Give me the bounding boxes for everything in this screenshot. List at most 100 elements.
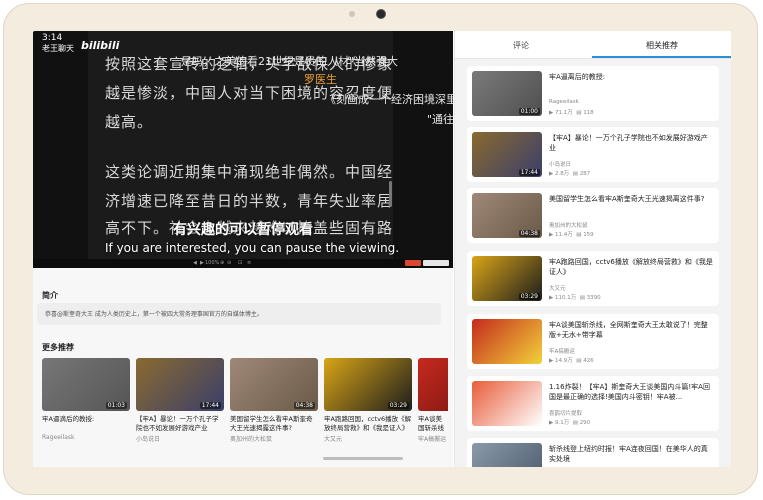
next-icon[interactable]: ▶: [200, 260, 204, 266]
related-video-card[interactable]: 斩杀线登上纽约时报！牢A连夜回国！在美华人的真实处境: [467, 438, 719, 467]
view-count: ▶ 2.8万: [549, 171, 570, 177]
video-thumbnail: [472, 319, 542, 364]
view-count: ▶ 9.1万: [549, 420, 570, 426]
toolbar-box: [423, 260, 449, 266]
video-duration: 03:29: [387, 402, 409, 409]
video-stats: ▶ 110.1万 ▤ 3390: [549, 293, 601, 301]
bilibili-logo: bilibili: [81, 39, 120, 52]
more-video-card[interactable]: 牢A谈美国斩杀线 牢A搞搬运: [418, 358, 448, 443]
doc-line: 济增速已降至昔日的半数，青年失业率居: [105, 192, 394, 210]
video-thumbnail: 17:44: [472, 132, 542, 177]
side-panel: 评论 相关推荐 01:00 牢A逼离后的教授: Rageeilask ▶ 71.…: [454, 31, 731, 467]
video-author: Rageeilask: [549, 99, 579, 105]
channel-name: 老王聊天: [42, 44, 74, 53]
subtitle-chinese: 有兴趣的可以暂停观看: [173, 222, 313, 238]
related-video-card[interactable]: 牢A谈美国斩杀线，全网斯奎奇大王太敢说了！完整版+无水+带字幕 牢A搞搬运 ▶ …: [467, 314, 719, 369]
video-thumbnail: [418, 358, 448, 411]
video-title: 美国留学生怎么看牢A斯奎奇大王光速揭露这件事?: [230, 415, 313, 432]
video-thumbnail: 04:38: [230, 358, 318, 411]
related-video-card[interactable]: 1.16炸裂！【牢A】斯奎奇大王谈美国内斗篇!牢A回国是最正确的选择!美国内斗密…: [467, 376, 719, 431]
zoom-out-icon[interactable]: ⊖: [227, 260, 231, 266]
comment-count: 290: [579, 420, 591, 426]
more-video-card[interactable]: 01:03 牢A逼滴后的教授: Rageeilask: [42, 358, 130, 441]
doc-line: 这类论调近期集中涌现绝非偶然。中国经: [105, 163, 394, 181]
video-author: 喜鹊切片提取: [549, 411, 583, 417]
video-duration: 17:44: [518, 169, 540, 176]
video-author: 大又元: [324, 436, 343, 443]
comment-icon: ▤: [579, 295, 585, 301]
video-thumbnail: [472, 443, 542, 467]
related-video-card[interactable]: 17:44 【牢A】暴论！一万个孔子学院也不如发展好游戏产业 小岛说日 ▶ 2.…: [467, 127, 719, 182]
comment-icon: ▤: [576, 358, 582, 364]
video-thumbnail: 04:38: [472, 193, 542, 238]
comment-icon: ▤: [576, 110, 582, 116]
video-author: 奥加州的大松鼠: [230, 436, 273, 443]
menu-icon[interactable]: ≡: [247, 260, 251, 266]
video-duration: 04:38: [293, 402, 315, 409]
overlay-text: 是吗，之美的看21世纪是贵的人材"当然强大: [181, 55, 399, 68]
video-thumbnail: 01:03: [42, 358, 130, 411]
tab-comments[interactable]: 评论: [513, 40, 529, 51]
sensor-dot: [349, 11, 355, 17]
video-thumbnail: 01:00: [472, 71, 542, 116]
tab-related[interactable]: 相关推荐: [646, 40, 678, 51]
video-stats: ▶ 9.1万 ▤ 290: [549, 418, 590, 426]
prev-icon[interactable]: ◀: [193, 260, 197, 266]
video-author: 小岛说日: [136, 436, 161, 443]
front-camera: [376, 9, 386, 19]
related-video-card[interactable]: 03:29 牢A跑路回国，cctv6播放《解放终局营救》和《我是证人》 大又元 …: [467, 251, 719, 306]
video-thumbnail: 17:44: [136, 358, 224, 411]
more-video-card[interactable]: 03:29 牢A跑路回国，cctv6播放《解放终局营救》和《我是证人》 大又元: [324, 358, 412, 443]
video-thumbnail: 03:29: [324, 358, 412, 411]
video-details: 简介 恭喜@斯奎奇大王 成为人类历史上，第一个被四大常务理事国官方的自媒体博主。…: [33, 268, 453, 467]
comment-count: 3390: [586, 295, 601, 301]
video-author: 小岛说日: [549, 162, 572, 168]
comment-icon: ▤: [576, 232, 582, 238]
video-stats: ▶ 2.8万 ▤ 287: [549, 169, 590, 177]
view-count: ▶ 71.1万: [549, 110, 573, 116]
subtitle-english: If you are interested, you can pause the…: [105, 241, 400, 255]
more-video-card[interactable]: 17:44 【牢A】暴论！一万个孔子学院也不如发展好游戏产业 小岛说日: [136, 358, 224, 443]
horizontal-scrollbar[interactable]: [323, 457, 403, 460]
video-duration: 01:03: [105, 402, 127, 409]
comment-count: 118: [583, 110, 594, 116]
view-count: ▶ 11.4万: [549, 232, 573, 238]
related-video-card[interactable]: 01:00 牢A逼离后的教授: Rageeilask ▶ 71.1万 ▤ 118: [467, 66, 719, 121]
status-time: 3:14: [42, 33, 63, 43]
video-title: 美国留学生怎么看牢A斯奎奇大王光速揭离这件事?: [549, 195, 705, 203]
video-title: 牢A跑路回国，cctv6播放《解放终局营救》和《我是证人》: [324, 415, 412, 432]
intro-text: 恭喜@斯奎奇大王 成为人类历史上，第一个被四大常务理事国官方的自媒体博主。: [45, 311, 263, 318]
video-duration: 01:00: [518, 108, 540, 115]
video-title: 【牢A】暴论！一万个孔子学院也不如发展好游戏产业: [136, 415, 219, 432]
overlay-text: "通往: [427, 113, 453, 126]
video-author: 奥加州的大松鼠: [549, 223, 588, 229]
more-video-card[interactable]: 04:38 美国留学生怎么看牢A斯奎奇大王光速揭露这件事? 奥加州的大松鼠: [230, 358, 318, 443]
video-stats: ▶ 14.9万 ▤ 426: [549, 356, 594, 364]
video-title: 1.16炸裂！【牢A】斯奎奇大王谈美国内斗篇!牢A回国是最正确的选择!美国内斗密…: [549, 383, 710, 401]
tablet-frame: 3:14 老王聊天 bilibili 按照这套宣传的逻辑，头字敌保人的惨象 越是…: [0, 0, 763, 500]
zoom-level[interactable]: 100%: [205, 260, 219, 266]
video-author: Rageeilask: [42, 434, 75, 441]
video-player[interactable]: 3:14 老王聊天 bilibili 按照这套宣传的逻辑，头字敌保人的惨象 越是…: [33, 31, 453, 268]
app-screen: 3:14 老王聊天 bilibili 按照这套宣传的逻辑，头字敌保人的惨象 越是…: [33, 31, 731, 467]
overlay-name: 罗医生: [304, 73, 337, 86]
tab-bar: 评论 相关推荐: [455, 31, 731, 59]
video-title: 牢A逼离后的教授:: [549, 73, 606, 81]
video-title: 斩杀线登上纽约时报！牢A连夜回国！在美华人的真实处境: [549, 445, 708, 463]
overlay-text: 《刻画成一个经济困境深里: [325, 93, 453, 106]
video-author: 牢A搞搬运: [418, 436, 447, 443]
comment-count: 426: [583, 358, 594, 364]
video-thumbnail: [472, 381, 542, 426]
view-count: ▶ 110.1万: [549, 295, 577, 301]
fit-icon[interactable]: ⊡: [238, 260, 242, 266]
doc-line: 越高。: [105, 113, 154, 131]
video-duration: 04:38: [518, 230, 540, 237]
video-title: 牢A谈美国斩杀线，全网斯奎奇大王太敢说了！完整版+无水+带字幕: [549, 321, 708, 339]
video-stats: ▶ 71.1万 ▤ 118: [549, 108, 594, 116]
zoom-in-icon[interactable]: ⊕: [220, 260, 224, 266]
video-duration: 03:29: [518, 293, 540, 300]
video-toolbar: ◀ ▶ 100% ⊕ ⊖ ⊡ ≡: [33, 259, 453, 268]
related-video-card[interactable]: 04:38 美国留学生怎么看牢A斯奎奇大王光速揭离这件事? 奥加州的大松鼠 ▶ …: [467, 188, 719, 243]
comment-icon: ▤: [572, 420, 578, 426]
doc-scrollbar[interactable]: [389, 181, 392, 207]
